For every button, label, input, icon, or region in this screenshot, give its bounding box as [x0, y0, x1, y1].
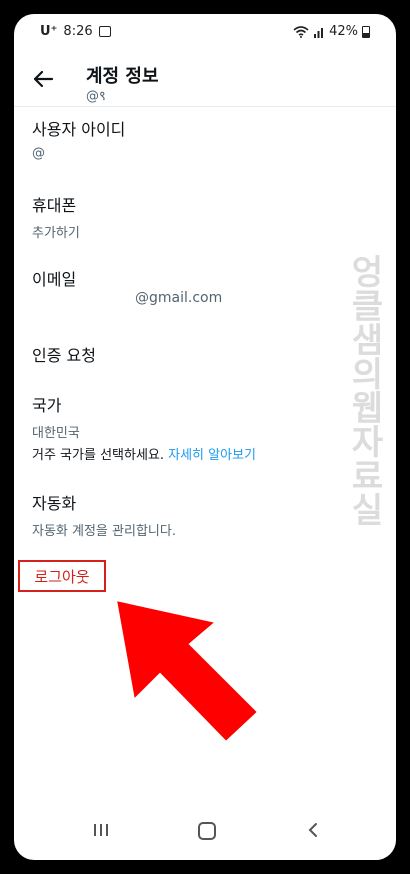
- gallery-icon: [98, 26, 111, 37]
- wifi-icon: [293, 25, 309, 38]
- automation-row[interactable]: 자동화 자동화 계정을 관리합니다.: [32, 490, 372, 539]
- verification-label: 인증 요청: [32, 346, 96, 365]
- app-header: 계정 정보 @९: [14, 46, 396, 107]
- phone-screen: U⁺ 8:26 42% 계정 정보 @९ 사용자 아이디 @ 휴대폰 추가하기 …: [14, 14, 396, 860]
- username-row[interactable]: 사용자 아이디 @: [32, 116, 372, 161]
- email-value: @gmail.com: [135, 290, 223, 306]
- page-subtitle: @९: [86, 89, 106, 104]
- recent-apps-icon[interactable]: [92, 822, 110, 838]
- username-label: 사용자 아이디: [32, 120, 126, 139]
- carrier-label: U⁺: [40, 24, 58, 39]
- country-label: 국가: [32, 396, 62, 415]
- phone-value: 추가하기: [32, 226, 80, 241]
- automation-value: 자동화 계정을 관리합니다.: [32, 524, 176, 539]
- automation-label: 자동화: [32, 494, 77, 513]
- battery-icon: [362, 25, 370, 38]
- phone-row[interactable]: 휴대폰 추가하기: [32, 192, 372, 241]
- verification-row[interactable]: 인증 요청: [32, 342, 372, 366]
- status-bar: U⁺ 8:26 42%: [14, 14, 396, 46]
- country-row[interactable]: 국가 대한민국: [32, 392, 372, 441]
- status-right: 42%: [293, 24, 370, 39]
- learn-more-link[interactable]: 자세히 알아보기: [168, 448, 256, 463]
- email-label: 이메일: [32, 270, 77, 289]
- nav-back-icon[interactable]: [306, 822, 320, 838]
- phone-label: 휴대폰: [32, 196, 77, 215]
- country-description-text: 거주 국가를 선택하세요.: [32, 448, 164, 463]
- country-description: 거주 국가를 선택하세요. 자세히 알아보기: [32, 444, 256, 463]
- logout-button[interactable]: 로그아웃: [18, 560, 106, 592]
- home-icon[interactable]: [198, 822, 216, 840]
- system-nav-bar: [14, 808, 396, 860]
- status-left: U⁺ 8:26: [40, 24, 111, 39]
- email-row[interactable]: 이메일: [32, 266, 372, 290]
- status-time: 8:26: [63, 24, 93, 39]
- back-arrow-icon[interactable]: [32, 68, 54, 90]
- signal-icon: [314, 27, 324, 38]
- country-value: 대한민국: [32, 426, 80, 441]
- username-value: @: [32, 146, 45, 161]
- red-arrow-annotation: [114, 600, 258, 744]
- page-title: 계정 정보: [86, 66, 159, 87]
- battery-percent: 42%: [329, 24, 358, 39]
- watermark-text: 엉클샘의웹자료실: [344, 254, 384, 526]
